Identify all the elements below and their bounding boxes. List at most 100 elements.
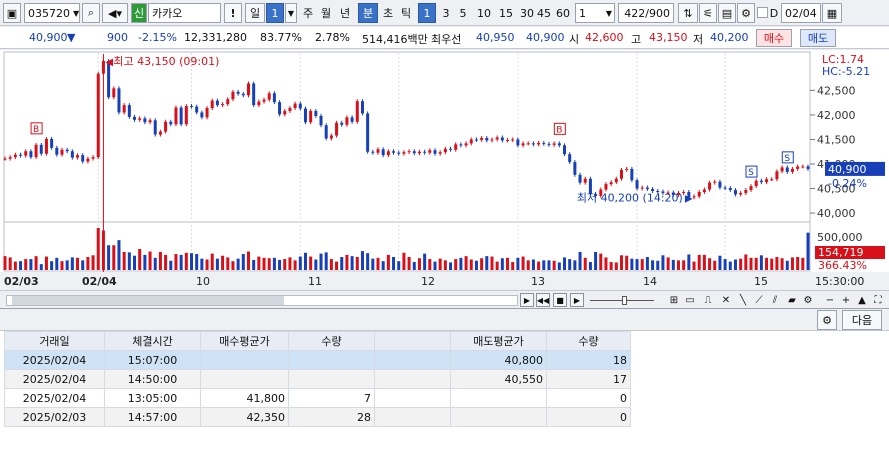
- price-candle: [319, 115, 323, 126]
- ruler-icon[interactable]: ⎍: [702, 294, 714, 306]
- save-icon[interactable]: ▤: [718, 3, 736, 23]
- search-icon[interactable]: ⌕: [82, 3, 100, 23]
- gear-icon[interactable]: ⚙: [737, 3, 755, 23]
- volume-bar: [345, 254, 349, 270]
- table-row[interactable]: 2025/02/04 13:05:00 41,800 7 0: [4, 388, 631, 408]
- volume-bar: [148, 251, 152, 270]
- stock-name-field[interactable]: 카카오: [148, 3, 221, 23]
- period-minute[interactable]: 분: [358, 3, 378, 23]
- volume-bar: [759, 255, 763, 270]
- minute-10-button[interactable]: 10: [474, 3, 494, 23]
- minute-45-button[interactable]: 45: [534, 3, 554, 23]
- price-candle: [205, 108, 209, 118]
- zoom-handle[interactable]: [622, 296, 627, 305]
- settings-tool-icon[interactable]: ⚙: [802, 294, 814, 306]
- period-month[interactable]: 월: [318, 3, 334, 23]
- play-icon[interactable]: ▶: [570, 293, 584, 307]
- table-header: 거래일 체결시간 매수평균가 수량 매도평균가 수량: [4, 331, 631, 351]
- gear-icon[interactable]: ⚙: [817, 310, 837, 330]
- minute-5-button[interactable]: 5: [456, 3, 470, 23]
- volume-bar: [666, 257, 670, 270]
- volume-bar: [806, 232, 810, 270]
- layout-icon[interactable]: ▣: [3, 3, 21, 23]
- table-row[interactable]: 2025/02/03 14:57:00 42,350 28 0: [4, 407, 631, 427]
- sell-button[interactable]: 매도: [800, 29, 836, 47]
- crosshair-icon[interactable]: ✕: [720, 294, 732, 306]
- volume-bar: [687, 254, 691, 270]
- volume-bar: [101, 230, 105, 270]
- price-candle: [3, 158, 7, 160]
- triangle-icon[interactable]: ▲: [856, 294, 868, 306]
- volume-bar: [76, 257, 80, 270]
- price-candle: [335, 122, 339, 136]
- volume-bar: [407, 256, 411, 270]
- price-candle: [91, 157, 95, 159]
- count-field[interactable]: 422/900: [618, 3, 674, 23]
- volume-bar: [490, 256, 494, 270]
- draw-line-icon[interactable]: ╲: [737, 294, 749, 306]
- fullscreen-icon[interactable]: ⛶: [872, 294, 884, 306]
- interval-select[interactable]: 1 ▼: [575, 3, 615, 23]
- volume-bar: [692, 261, 696, 270]
- y-tick-label: 42,500: [817, 84, 856, 97]
- channel-icon[interactable]: ⫽: [769, 294, 781, 306]
- price-candle: [407, 151, 411, 153]
- speaker-icon[interactable]: ◀▾: [102, 3, 128, 23]
- volume-bar: [29, 259, 33, 270]
- period-day-button[interactable]: 일: [245, 3, 265, 23]
- stock-code-input[interactable]: 035720 ▼: [24, 3, 80, 23]
- price-candle: [283, 110, 287, 115]
- period-tick[interactable]: 틱: [398, 3, 414, 23]
- price-candle: [309, 110, 313, 123]
- volume-bar: [257, 256, 261, 270]
- price-candle: [262, 99, 266, 102]
- minute-1-button[interactable]: 1: [418, 3, 436, 23]
- volume-bar: [319, 253, 323, 270]
- box-tool-icon[interactable]: ▭: [684, 294, 696, 306]
- minute-15-button[interactable]: 15: [496, 3, 516, 23]
- price-candle: [723, 187, 727, 189]
- scroll-thumb[interactable]: [12, 296, 284, 305]
- price-candle: [428, 150, 432, 153]
- period-second[interactable]: 초: [380, 3, 396, 23]
- trend-line-icon[interactable]: ⟋: [753, 294, 765, 306]
- price-candle: [195, 106, 199, 113]
- grid-tool-icon[interactable]: ⊞: [668, 294, 680, 306]
- next-arrow-icon[interactable]: ▶: [520, 293, 534, 307]
- volume-bar: [469, 259, 473, 270]
- next-button[interactable]: 다음: [842, 310, 882, 330]
- minute-3-button[interactable]: 3: [439, 3, 453, 23]
- best-quote-label: 최우선: [431, 33, 462, 46]
- volume-bar: [516, 257, 520, 270]
- price-candle: [278, 102, 282, 115]
- stop-icon[interactable]: ■: [553, 293, 567, 307]
- minute-60-button[interactable]: 60: [553, 3, 573, 23]
- alert-button[interactable]: !: [224, 3, 242, 23]
- chart-tool-icon[interactable]: ⚟: [699, 3, 717, 23]
- open-price: 42,600: [585, 31, 624, 44]
- rewind-icon[interactable]: ◀◀: [536, 293, 550, 307]
- chevron-down-icon[interactable]: ▼: [285, 3, 297, 23]
- x-axis-label: 02/03: [4, 275, 39, 288]
- volume-bar: [511, 262, 515, 270]
- price-chart[interactable]: 42,50042,00041,50041,00040,50040,000500,…: [0, 50, 889, 290]
- period-num-button[interactable]: 1: [266, 3, 284, 23]
- table-row[interactable]: 2025/02/04 14:50:00 40,550 17: [4, 369, 631, 389]
- volume-bar: [246, 251, 250, 270]
- period-year[interactable]: 년: [336, 3, 354, 23]
- indicator-icon[interactable]: ⇅: [678, 3, 698, 23]
- date-field[interactable]: 02/04: [781, 3, 821, 23]
- minus-icon[interactable]: −: [824, 294, 836, 306]
- price-candle: [236, 91, 240, 94]
- volume-bar: [765, 257, 769, 270]
- period-week[interactable]: 주: [300, 3, 316, 23]
- indicator-tool-icon[interactable]: ▰: [786, 294, 798, 306]
- plus-icon[interactable]: +: [840, 294, 852, 306]
- calendar-icon[interactable]: ▦: [822, 3, 842, 23]
- volume-bar: [278, 259, 282, 270]
- volume-bar: [283, 259, 287, 270]
- d-checkbox[interactable]: [757, 7, 768, 18]
- table-row[interactable]: 2025/02/04 15:07:00 40,800 18: [4, 350, 631, 370]
- volume-bar: [542, 260, 546, 270]
- buy-button[interactable]: 매수: [756, 29, 792, 47]
